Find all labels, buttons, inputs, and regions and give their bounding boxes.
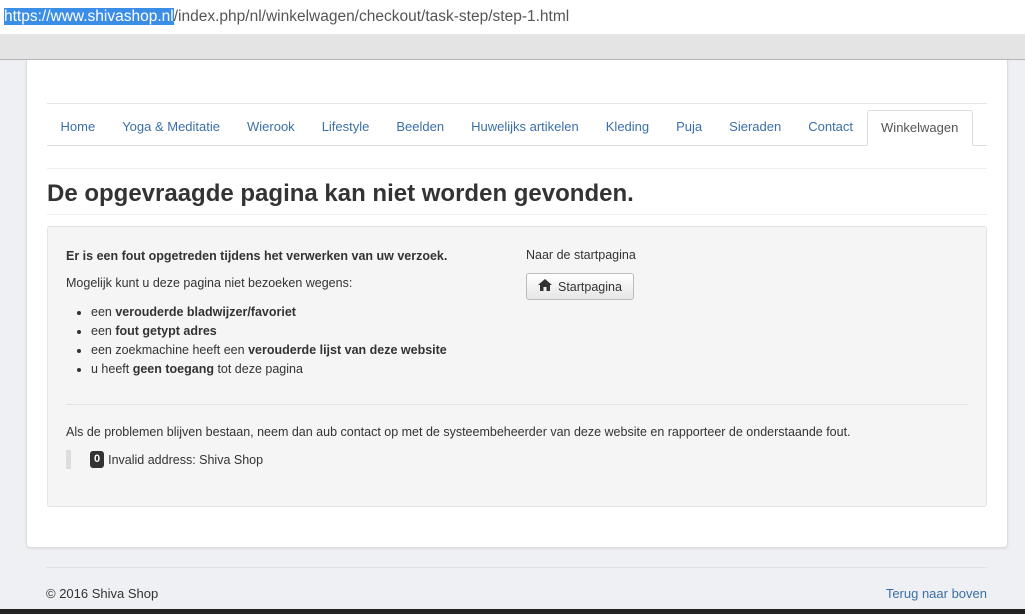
- reason-text: tot deze pagina: [213, 362, 303, 376]
- header-divider: [47, 103, 987, 104]
- panel-divider: [66, 404, 968, 405]
- error-message: Invalid address: Shiva Shop: [108, 452, 264, 467]
- url-path: /index.php/nl/winkelwagen/checkout/task-…: [173, 8, 570, 25]
- reason-bold: geen toegang: [132, 362, 214, 376]
- nav-item-wierook[interactable]: Wierook: [234, 110, 309, 145]
- reasons-list: een verouderde bladwijzer/favoriet een f…: [75, 303, 447, 379]
- address-bar[interactable]: https://www.shivashop.nl/index.php/nl/wi…: [0, 0, 1025, 35]
- nav-item-home[interactable]: Home: [47, 110, 109, 145]
- reason-text: u heeft: [91, 362, 133, 376]
- nav-item-beelden[interactable]: Beelden: [383, 110, 458, 145]
- error-panel: Er is een fout opgetreden tijdens het ve…: [47, 226, 987, 507]
- reason-text: een: [91, 305, 116, 319]
- url-selected-part: https://www.shivashop.nl: [4, 8, 174, 25]
- main-navigation: Home Yoga & Meditatie Wierook Lifestyle …: [47, 110, 987, 146]
- list-item: een fout getypt adres: [91, 322, 447, 341]
- nav-item-sieraden[interactable]: Sieraden: [716, 110, 795, 145]
- nav-item-yoga-meditatie[interactable]: Yoga & Meditatie: [109, 110, 234, 145]
- taskbar-edge: [0, 609, 1025, 614]
- nav-item-kleding[interactable]: Kleding: [592, 110, 662, 145]
- url-text[interactable]: https://www.shivashop.nl/index.php/nl/wi…: [4, 8, 569, 26]
- nav-item-huwelijks-artikelen[interactable]: Huwelijks artikelen: [458, 110, 593, 145]
- footer-copyright: © 2016 Shiva Shop: [46, 586, 159, 601]
- reason-text: een zoekmachine heeft een: [91, 343, 249, 357]
- error-code-badge: 0: [90, 451, 105, 468]
- back-to-top-link[interactable]: Terug naar boven: [886, 586, 987, 601]
- home-link-label: Naar de startpagina: [526, 248, 636, 262]
- footer-divider: [46, 567, 987, 568]
- home-icon: [538, 279, 552, 294]
- error-intro: Mogelijk kunt u deze pagina niet bezoeke…: [66, 276, 353, 290]
- reason-bold: fout getypt adres: [115, 324, 217, 338]
- browser-toolbar-strip: [0, 34, 1025, 60]
- reason-bold: verouderde bladwijzer/favoriet: [115, 305, 296, 319]
- content-divider: [47, 168, 987, 169]
- error-detail: 0 Invalid address: Shiva Shop: [66, 450, 263, 469]
- nav-item-puja[interactable]: Puja: [663, 110, 716, 145]
- reason-bold: verouderde lijst van deze website: [248, 343, 447, 357]
- page-title: De opgevraagde pagina kan niet worden ge…: [47, 180, 634, 207]
- contact-message: Als de problemen blijven bestaan, neem d…: [66, 425, 851, 439]
- list-item: u heeft geen toegang tot deze pagina: [91, 360, 447, 379]
- nav-item-winkelwagen[interactable]: Winkelwagen: [866, 110, 973, 146]
- startpagina-button[interactable]: Startpagina: [526, 273, 634, 300]
- list-item: een verouderde bladwijzer/favoriet: [91, 303, 447, 322]
- nav-item-contact[interactable]: Contact: [795, 110, 867, 145]
- nav-item-lifestyle[interactable]: Lifestyle: [308, 110, 383, 145]
- reason-text: een: [91, 324, 116, 338]
- error-heading: Er is een fout opgetreden tijdens het ve…: [66, 249, 448, 263]
- title-divider: [47, 214, 987, 215]
- startpagina-button-label: Startpagina: [558, 279, 622, 294]
- page-container: Home Yoga & Meditatie Wierook Lifestyle …: [26, 60, 1008, 548]
- list-item: een zoekmachine heeft een verouderde lij…: [91, 341, 447, 360]
